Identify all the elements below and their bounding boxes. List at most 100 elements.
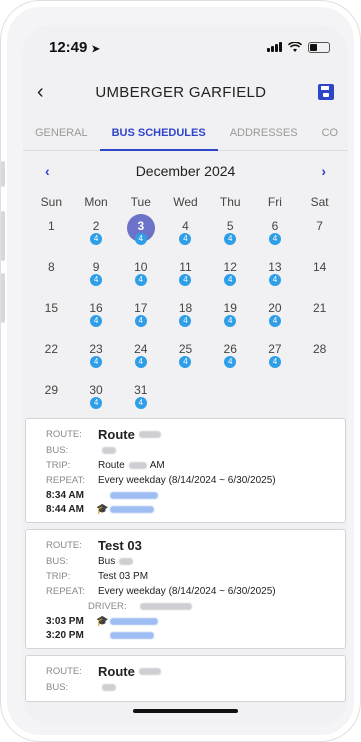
repeat-value: Every weekday (8/14/2024 ~ 6/30/2025): [98, 475, 276, 486]
tab-addresses[interactable]: ADDRESSES: [218, 115, 310, 151]
redacted-text: [102, 447, 116, 454]
schedule-count-badge: 4: [134, 315, 147, 327]
calendar-day[interactable]: 44: [163, 213, 208, 254]
tab-bus-schedules[interactable]: BUS SCHEDULES: [99, 115, 218, 151]
calendar-day[interactable]: 1: [29, 213, 74, 254]
school-icon: 🎓: [96, 503, 109, 515]
calendar-day[interactable]: 15: [29, 295, 74, 336]
schedule-card[interactable]: ROUTE: Test 03 BUS: Bus TRIP: Test 03 PM REPEA…: [25, 529, 346, 649]
schedule-count-badge: 4: [90, 233, 103, 245]
schedule-count-badge: 4: [224, 356, 237, 368]
trip-label: TRIP:: [46, 460, 71, 471]
day-number: 20: [268, 301, 282, 315]
stop-row: 3:03 PM 🎓: [46, 614, 335, 628]
calendar-day[interactable]: 22: [29, 336, 74, 377]
day-number: 4: [182, 219, 189, 233]
calendar-month: December 2024: [135, 163, 236, 179]
calendar-day[interactable]: 29: [29, 377, 74, 418]
schedule-card[interactable]: ROUTE: Route BUS:: [25, 655, 346, 702]
day-number: 1: [48, 219, 55, 233]
back-icon[interactable]: ‹: [37, 81, 44, 104]
driver-row: DRIVER:: [46, 599, 335, 614]
schedule-count-badge: 4: [224, 315, 237, 327]
page-title: UMBERGER GARFIELD: [95, 83, 267, 101]
redacted-address-link[interactable]: [110, 491, 158, 499]
schedule-count-badge: 4: [179, 315, 192, 327]
calendar-day[interactable]: 64: [253, 213, 298, 254]
calendar-day[interactable]: 25 4: [163, 336, 208, 377]
calendar-day[interactable]: 21: [297, 295, 342, 336]
weekday-label: Thu: [219, 195, 241, 209]
weekday-label: Fri: [267, 195, 282, 209]
day-number: 14: [312, 260, 327, 274]
trip-suffix: AM: [149, 460, 165, 471]
redacted-address-link[interactable]: [110, 631, 154, 639]
schedule-card[interactable]: ROUTE: Route BUS: TRIP: Route AM REPEAT: Every …: [25, 418, 346, 523]
stop-time: 8:44 AM: [46, 503, 84, 515]
bus-row: BUS: Bus: [46, 554, 335, 569]
calendar-day[interactable]: 94: [74, 254, 119, 295]
stop-time: 3:20 PM: [46, 629, 84, 641]
schedule-count-badge: 4: [134, 274, 147, 286]
tab-general[interactable]: GENERAL: [23, 115, 100, 151]
calendar-day[interactable]: 27 4: [253, 336, 298, 377]
schedule-count-badge: 4: [179, 356, 192, 368]
calendar-day[interactable]: 14: [297, 254, 342, 295]
day-number: 31: [134, 383, 148, 397]
calendar-day-selected[interactable]: 34: [118, 213, 163, 254]
calendar-day[interactable]: 18 4: [163, 295, 208, 336]
chevron-right-icon[interactable]: ›: [321, 163, 326, 179]
redacted-text: [119, 558, 134, 565]
schedule-count-badge: 4: [179, 274, 192, 286]
calendar-day[interactable]: 19 4: [208, 295, 253, 336]
driver-label: DRIVER:: [88, 601, 127, 612]
calendar-day[interactable]: 11 4: [163, 254, 208, 295]
calendar-day[interactable]: 17 4: [118, 295, 163, 336]
mute-switch: [1, 161, 5, 187]
school-icon: 🎓: [96, 615, 109, 627]
redacted-text: [138, 667, 161, 675]
calendar-day[interactable]: 20 4: [253, 295, 298, 336]
save-icon[interactable]: [317, 84, 334, 100]
day-number: 11: [179, 260, 192, 274]
weekday-label: Wed: [173, 195, 198, 209]
battery-icon: [308, 41, 330, 53]
repeat-row: REPEAT: Every weekday (8/14/2024 ~ 6/30/2…: [46, 584, 335, 599]
day-number: 13: [268, 260, 282, 274]
redacted-text: [140, 603, 192, 610]
tab-contacts[interactable]: CO: [310, 115, 348, 151]
route-name: Test 03: [98, 537, 142, 553]
calendar-day[interactable]: 8: [29, 254, 74, 295]
chevron-left-icon[interactable]: ‹: [45, 163, 50, 179]
calendar-day[interactable]: 24 4: [118, 336, 163, 377]
calendar-day[interactable]: 31 4: [118, 377, 163, 418]
day-number: 8: [48, 260, 55, 274]
calendar-day[interactable]: 13 4: [253, 254, 298, 295]
stop-time: 3:03 PM: [46, 615, 84, 627]
day-number: 3: [137, 219, 145, 233]
redacted-address-link[interactable]: [110, 505, 154, 513]
calendar-day[interactable]: 28: [297, 336, 342, 377]
calendar-day[interactable]: 30 4: [74, 377, 119, 418]
schedule-count-badge: 4: [268, 233, 281, 245]
calendar-day[interactable]: 24: [74, 213, 119, 254]
bus-row: BUS:: [46, 680, 335, 695]
calendar-day[interactable]: 26 4: [208, 336, 253, 377]
repeat-label: REPEAT:: [46, 475, 85, 486]
calendar-day[interactable]: 12 4: [208, 254, 253, 295]
calendar-day[interactable]: 54: [208, 213, 253, 254]
tab-bar: GENERAL BUS SCHEDULES ADDRESSES CO: [23, 115, 348, 151]
schedule-count-badge: 4: [90, 274, 103, 286]
calendar-day[interactable]: 16 4: [74, 295, 119, 336]
redacted-address-link[interactable]: [110, 617, 158, 625]
repeat-row: REPEAT: Every weekday (8/14/2024 ~ 6/30/2…: [46, 473, 335, 488]
bus-label: BUS:: [46, 682, 69, 693]
weekday-label: Tue: [130, 195, 151, 209]
calendar-day[interactable]: 23 4: [74, 336, 119, 377]
calendar-day[interactable]: 10 4: [118, 254, 163, 295]
redacted-text: [128, 462, 147, 469]
day-number: 2: [92, 219, 100, 233]
calendar-day[interactable]: 7: [297, 213, 342, 254]
app-screen: 12:49 ➤ ‹ UMBERGER GARFIELD GENERAL BUS …: [23, 25, 348, 725]
day-number: 28: [312, 342, 327, 356]
